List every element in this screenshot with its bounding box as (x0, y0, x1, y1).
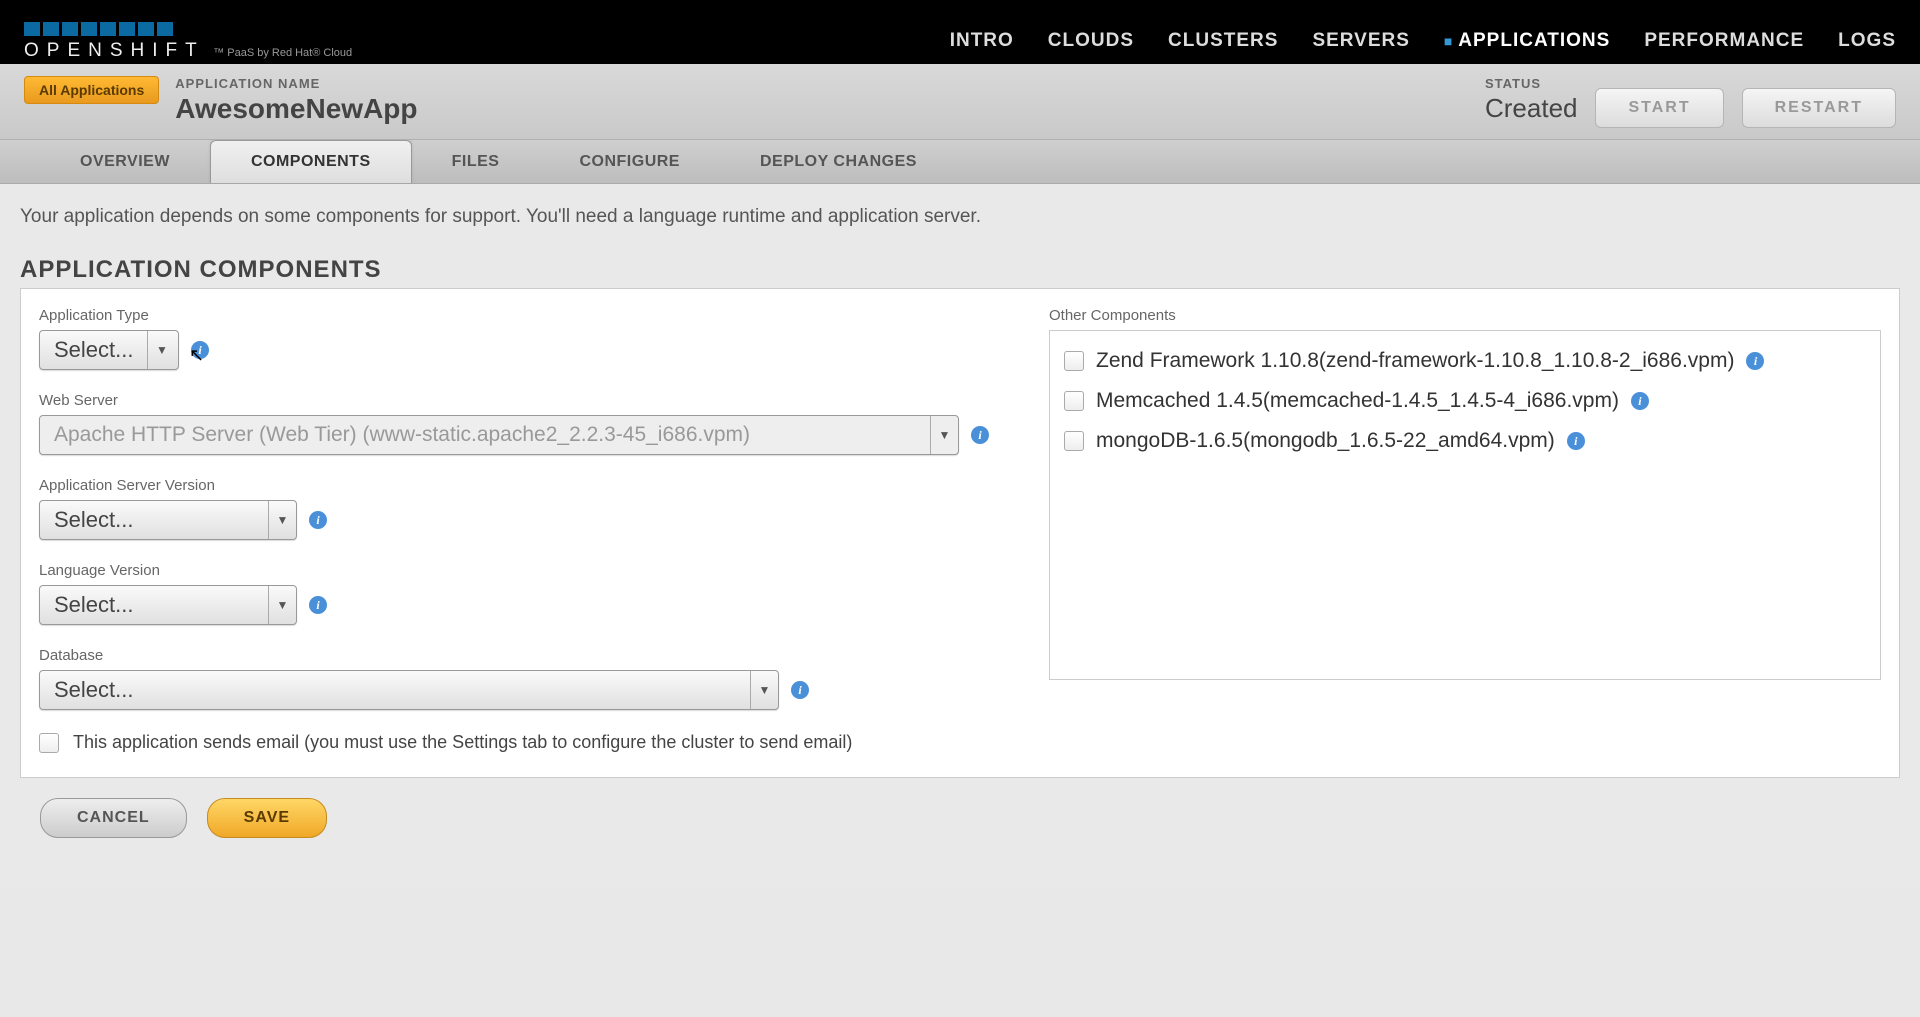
restart-button[interactable]: RESTART (1742, 88, 1896, 128)
app-type-value: Select... (40, 337, 147, 363)
app-name-block: APPLICATION NAME AwesomeNewApp (175, 76, 417, 125)
chevron-down-icon: ▼ (930, 416, 958, 454)
email-checkbox-label: This application sends email (you must u… (73, 732, 852, 753)
app-name-value: AwesomeNewApp (175, 93, 417, 125)
app-server-version-value: Select... (40, 507, 268, 533)
info-icon[interactable]: i (1567, 432, 1585, 450)
language-version-select[interactable]: Select... ▼ (39, 585, 297, 625)
chevron-down-icon: ▼ (268, 501, 296, 539)
info-icon[interactable]: i (191, 341, 209, 359)
info-icon[interactable]: i (1631, 392, 1649, 410)
nav-applications[interactable]: APPLICATIONS (1444, 30, 1610, 52)
save-button[interactable]: SAVE (207, 798, 327, 838)
nav-servers[interactable]: SERVERS (1312, 30, 1409, 52)
chevron-down-icon: ▼ (750, 671, 778, 709)
tab-configure[interactable]: CONFIGURE (539, 141, 720, 183)
tab-files[interactable]: FILES (412, 141, 540, 183)
status-block: STATUS Created (1485, 76, 1578, 124)
brand-logo: OPENSHIFT ™ PaaS by Red Hat® Cloud (24, 22, 352, 62)
intro-text: Your application depends on some compone… (20, 206, 1900, 228)
nav-performance[interactable]: PERFORMANCE (1644, 30, 1804, 52)
nav-clouds[interactable]: CLOUDS (1048, 30, 1134, 52)
footer-buttons: CANCEL SAVE (20, 778, 1900, 858)
web-server-select[interactable]: Apache HTTP Server (Web Tier) (www-stati… (39, 415, 959, 455)
info-icon[interactable]: i (309, 511, 327, 529)
brand-name: OPENSHIFT (24, 40, 205, 61)
top-nav-links: INTRO CLOUDS CLUSTERS SERVERS APPLICATIO… (950, 30, 1896, 62)
checkbox[interactable] (1064, 351, 1084, 371)
tabs-row: OVERVIEW COMPONENTS FILES CONFIGURE DEPL… (0, 140, 1920, 184)
language-version-label: Language Version (39, 562, 989, 579)
database-label: Database (39, 647, 989, 664)
main-content: Your application depends on some compone… (0, 184, 1920, 888)
logo-blocks-icon (24, 22, 352, 36)
database-select[interactable]: Select... ▼ (39, 670, 779, 710)
status-value: Created (1485, 93, 1578, 124)
nav-clusters[interactable]: CLUSTERS (1168, 30, 1278, 52)
breadcrumb-all-applications[interactable]: All Applications (24, 76, 159, 104)
chevron-down-icon: ▼ (147, 331, 175, 369)
checkbox[interactable] (1064, 431, 1084, 451)
other-components-label: Other Components (1049, 307, 1881, 324)
other-components-list[interactable]: Zend Framework 1.10.8(zend-framework-1.1… (1049, 330, 1881, 680)
other-component-row[interactable]: Memcached 1.4.5(memcached-1.4.5_1.4.5-4_… (1058, 381, 1872, 421)
components-panel: Application Type Select... ▼ i ↖ Web Ser… (20, 288, 1900, 778)
app-type-select[interactable]: Select... ▼ (39, 330, 179, 370)
other-component-label: Memcached 1.4.5(memcached-1.4.5_1.4.5-4_… (1096, 389, 1619, 413)
cancel-button[interactable]: CANCEL (40, 798, 187, 838)
language-version-value: Select... (40, 592, 268, 618)
tab-deploy-changes[interactable]: DEPLOY CHANGES (720, 141, 957, 183)
other-component-label: Zend Framework 1.10.8(zend-framework-1.1… (1096, 349, 1734, 373)
database-value: Select... (40, 677, 750, 703)
info-icon[interactable]: i (309, 596, 327, 614)
nav-logs[interactable]: LOGS (1838, 30, 1896, 52)
email-checkbox[interactable] (39, 733, 59, 753)
app-type-label: Application Type (39, 307, 989, 324)
nav-intro[interactable]: INTRO (950, 30, 1014, 52)
tab-overview[interactable]: OVERVIEW (40, 141, 210, 183)
info-icon[interactable]: i (791, 681, 809, 699)
info-icon[interactable]: i (1746, 352, 1764, 370)
other-component-row[interactable]: mongoDB-1.6.5(mongodb_1.6.5-22_amd64.vpm… (1058, 421, 1872, 461)
web-server-value: Apache HTTP Server (Web Tier) (www-stati… (40, 423, 930, 447)
info-icon[interactable]: i (971, 426, 989, 444)
top-navbar: OPENSHIFT ™ PaaS by Red Hat® Cloud INTRO… (0, 0, 1920, 64)
section-title: APPLICATION COMPONENTS (20, 256, 1900, 284)
start-button[interactable]: START (1595, 88, 1723, 128)
web-server-label: Web Server (39, 392, 989, 409)
tab-components[interactable]: COMPONENTS (210, 140, 412, 183)
checkbox[interactable] (1064, 391, 1084, 411)
app-header: All Applications APPLICATION NAME Awesom… (0, 64, 1920, 140)
status-label: STATUS (1485, 76, 1578, 91)
other-component-row[interactable]: Zend Framework 1.10.8(zend-framework-1.1… (1058, 341, 1872, 381)
other-component-label: mongoDB-1.6.5(mongodb_1.6.5-22_amd64.vpm… (1096, 429, 1555, 453)
chevron-down-icon: ▼ (268, 586, 296, 624)
app-server-version-label: Application Server Version (39, 477, 989, 494)
app-name-label: APPLICATION NAME (175, 76, 417, 91)
email-checkbox-row[interactable]: This application sends email (you must u… (39, 732, 989, 753)
brand-tagline: ™ PaaS by Red Hat® Cloud (213, 47, 352, 59)
app-server-version-select[interactable]: Select... ▼ (39, 500, 297, 540)
